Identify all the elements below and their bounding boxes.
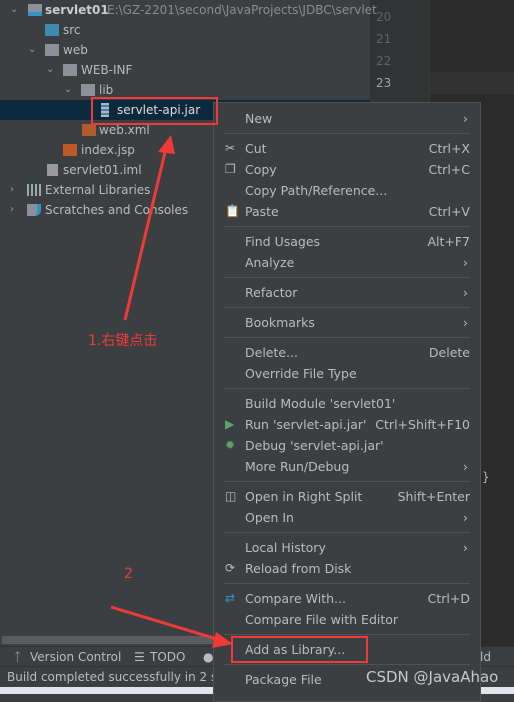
- annotation-step1: 1.右键点击: [88, 333, 158, 349]
- arrow-1: [123, 147, 168, 321]
- arrow-2-head: [212, 632, 233, 648]
- watermark: CSDN @JavaAhao: [366, 668, 499, 686]
- arrow-1-head: [158, 135, 175, 154]
- annotation-step2: 2: [124, 566, 133, 582]
- arrow-2: [110, 605, 221, 642]
- annotation-arrows: [110, 135, 233, 648]
